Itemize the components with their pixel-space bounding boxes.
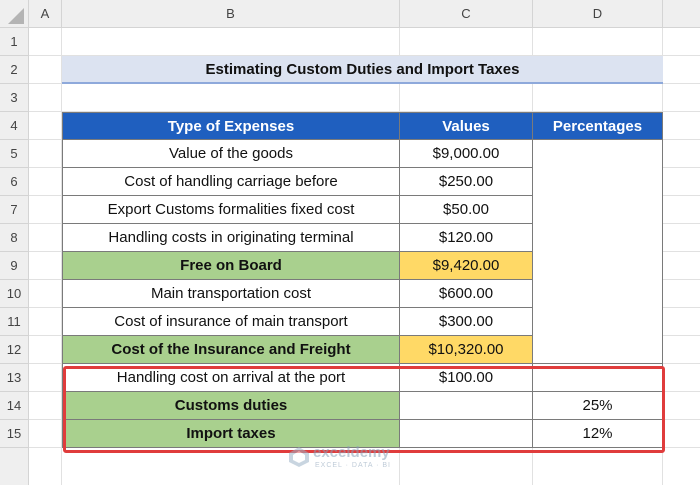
header-percentages[interactable]: Percentages <box>533 112 663 140</box>
fob-label-cell[interactable]: Free on Board <box>62 252 400 280</box>
column-header-b[interactable]: B <box>62 0 400 28</box>
highlight-box <box>63 366 665 453</box>
sheet-title[interactable]: Estimating Custom Duties and Import Taxe… <box>62 56 663 84</box>
row-header-3[interactable]: 3 <box>0 84 29 112</box>
row-header-10[interactable]: 10 <box>0 280 29 308</box>
row-header-11[interactable]: 11 <box>0 308 29 336</box>
row-header-15[interactable]: 15 <box>0 420 29 448</box>
expense-label-cell[interactable]: Cost of insurance of main transport <box>62 308 400 336</box>
row-header-5[interactable]: 5 <box>0 140 29 168</box>
cif-value-cell[interactable]: $10,320.00 <box>400 336 533 364</box>
expense-value-cell[interactable]: $50.00 <box>400 196 533 224</box>
percentages-empty-block[interactable] <box>533 140 663 364</box>
row-header-14[interactable]: 14 <box>0 392 29 420</box>
expense-label-cell[interactable]: Handling costs in originating terminal <box>62 224 400 252</box>
expense-value-cell[interactable]: $250.00 <box>400 168 533 196</box>
expense-label-cell[interactable]: Value of the goods <box>62 140 400 168</box>
watermark-tagline: EXCEL · DATA · BI <box>315 462 391 469</box>
select-all-corner[interactable] <box>0 0 29 28</box>
row-header-6[interactable]: 6 <box>0 168 29 196</box>
column-header-a[interactable]: A <box>29 0 62 28</box>
expense-value-cell[interactable]: $600.00 <box>400 280 533 308</box>
expense-value-cell[interactable]: $300.00 <box>400 308 533 336</box>
row-header-12[interactable]: 12 <box>0 336 29 364</box>
cif-label-cell[interactable]: Cost of the Insurance and Freight <box>62 336 400 364</box>
row-header-4[interactable]: 4 <box>0 112 29 140</box>
row-header-1[interactable]: 1 <box>0 28 29 56</box>
header-values[interactable]: Values <box>400 112 533 140</box>
expense-label-cell[interactable]: Cost of handling carriage before <box>62 168 400 196</box>
column-header-d[interactable]: D <box>533 0 663 28</box>
row-header-empty <box>0 448 29 485</box>
column-header-c[interactable]: C <box>400 0 533 28</box>
exceldemy-watermark: exceldemy EXCEL · DATA · BI <box>288 442 418 472</box>
select-all-triangle-icon <box>8 8 24 24</box>
row-header-8[interactable]: 8 <box>0 224 29 252</box>
expense-label-cell[interactable]: Main transportation cost <box>62 280 400 308</box>
row-header-9[interactable]: 9 <box>0 252 29 280</box>
column-header-empty <box>663 0 700 28</box>
fob-value-cell[interactable]: $9,420.00 <box>400 252 533 280</box>
row-header-7[interactable]: 7 <box>0 196 29 224</box>
expense-label-cell[interactable]: Export Customs formalities fixed cost <box>62 196 400 224</box>
header-type-of-expenses[interactable]: Type of Expenses <box>62 112 400 140</box>
expense-value-cell[interactable]: $9,000.00 <box>400 140 533 168</box>
exceldemy-logo-icon <box>289 447 309 467</box>
watermark-name: exceldemy <box>313 444 390 461</box>
expense-value-cell[interactable]: $120.00 <box>400 224 533 252</box>
row-header-2[interactable]: 2 <box>0 56 29 84</box>
row-header-13[interactable]: 13 <box>0 364 29 392</box>
